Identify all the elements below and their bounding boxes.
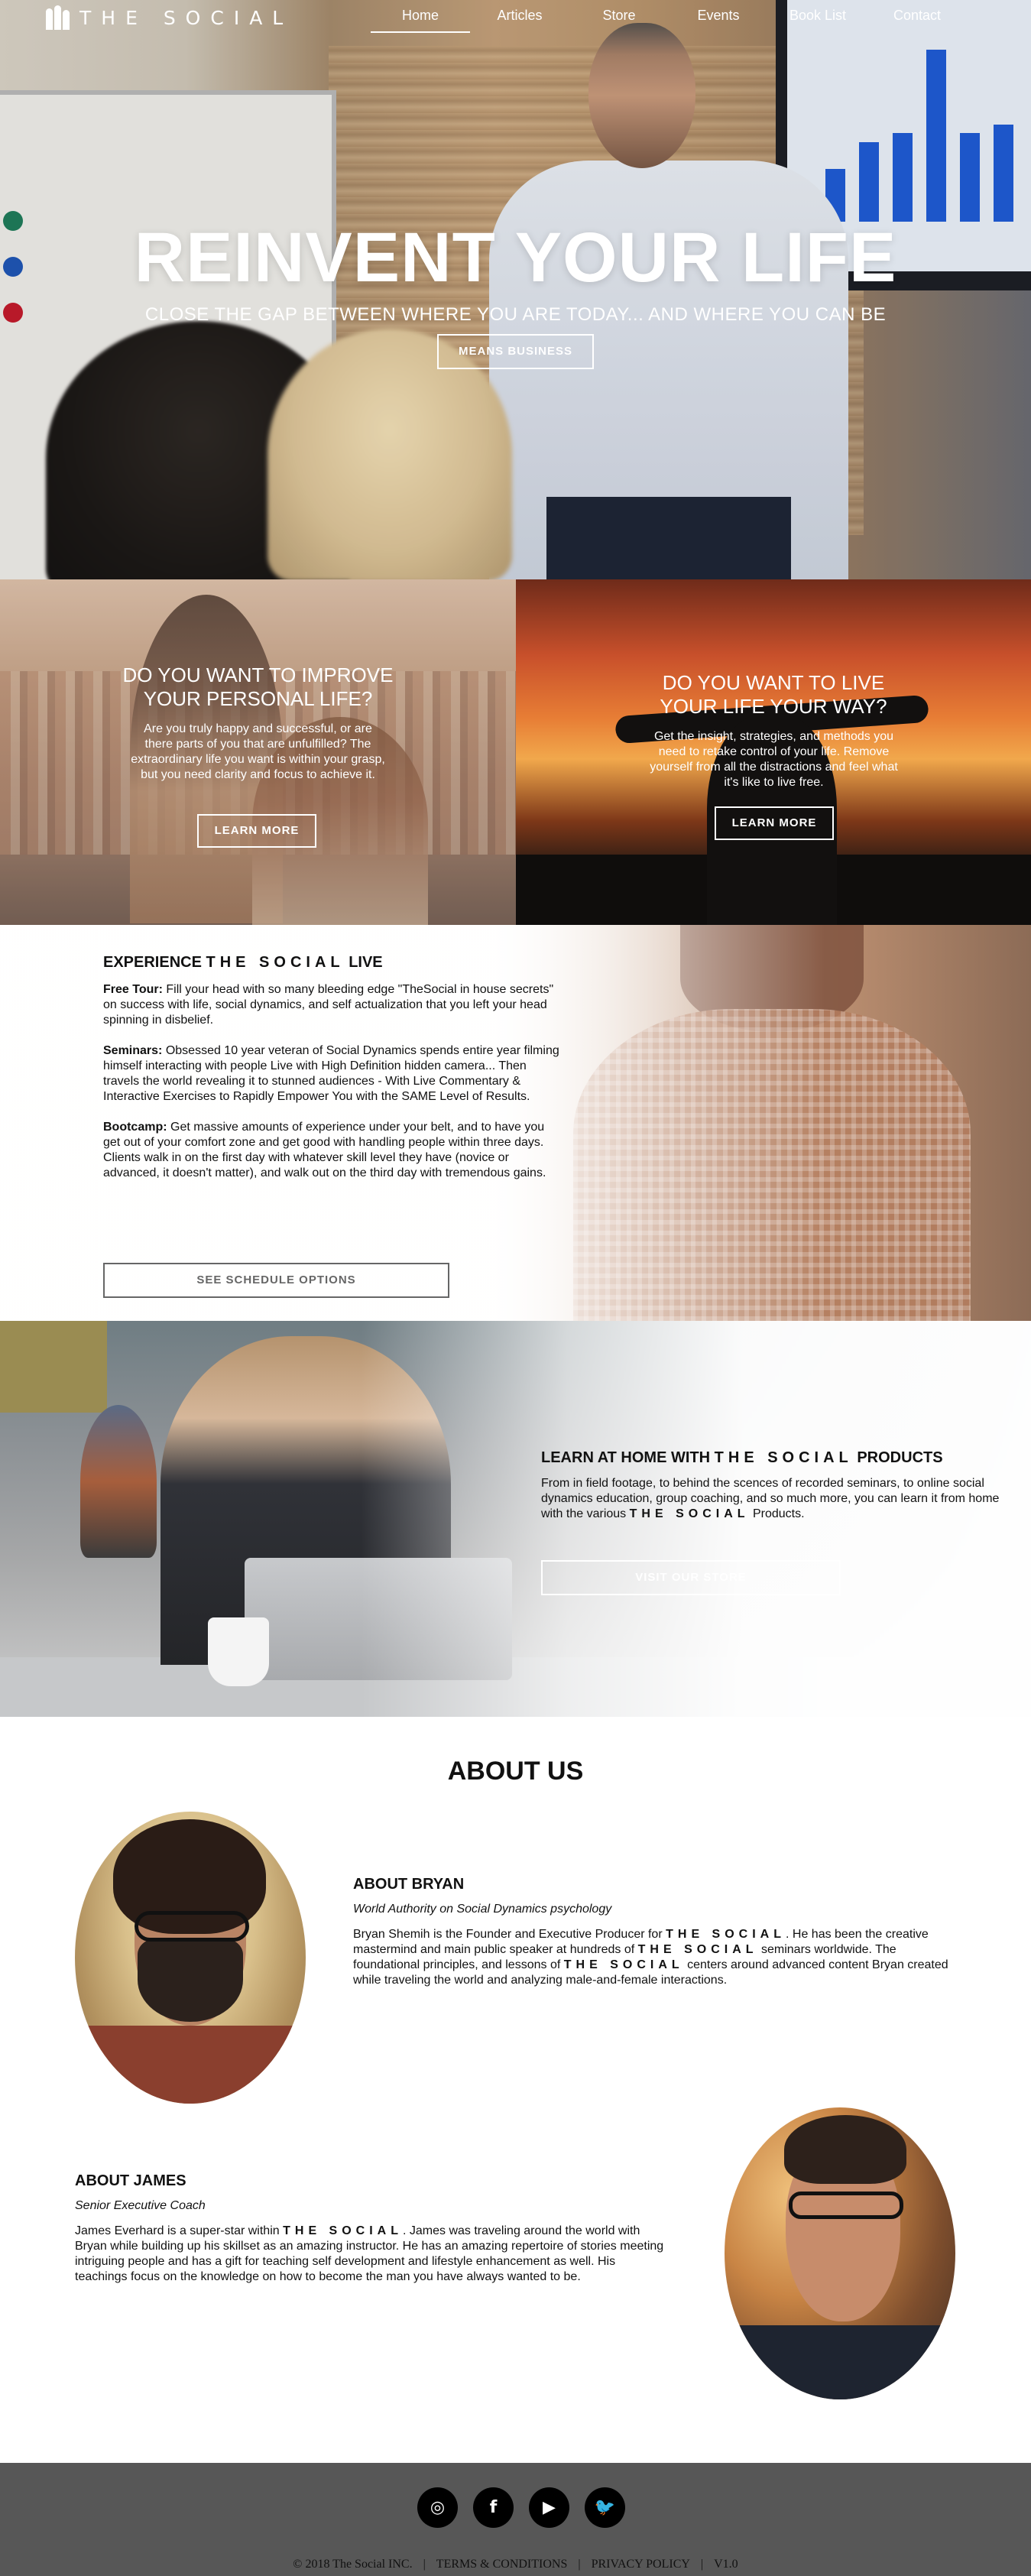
nav-item-home[interactable]: Home <box>371 8 470 33</box>
youtube-icon[interactable]: ▶ <box>529 2487 569 2528</box>
footer-links: © 2018 The Social INC. | TERMS & CONDITI… <box>0 2558 1031 2571</box>
nav-item-articles[interactable]: Articles <box>470 8 569 33</box>
hero-title: REINVENT YOUR LIFE <box>134 219 897 297</box>
experience-heading-prefix: EXPERIENCE <box>103 954 202 971</box>
brand-inline: THE SOCIAL <box>563 1958 684 1971</box>
experience-content: EXPERIENCE THE SOCIAL LIVE Free Tour: Fi… <box>103 954 562 1196</box>
footer-separator: | <box>700 2558 704 2571</box>
version-text: V1.0 <box>714 2558 738 2571</box>
learn-heading: LEARN AT HOME WITH THE SOCIAL PRODUCTS <box>541 1449 1000 1467</box>
learn-more-button-right[interactable]: LEARN MORE <box>715 806 834 840</box>
main-nav: THE SOCIAL Home Articles Store Events Bo… <box>0 0 1031 38</box>
nav-menu: Home Articles Store Events Book List Con… <box>371 8 967 33</box>
free-tour-paragraph: Free Tour: Fill your head with so many b… <box>103 982 562 1028</box>
bryan-glasses <box>135 1911 249 1942</box>
free-tour-label: Free Tour: <box>103 983 163 996</box>
brand-logo[interactable]: THE SOCIAL <box>46 5 293 31</box>
copyright-text: © 2018 The Social INC. <box>293 2558 413 2571</box>
seminars-text: Obsessed 10 year veteran of Social Dynam… <box>103 1044 559 1103</box>
james-hair <box>784 2115 906 2184</box>
nav-item-events[interactable]: Events <box>669 8 768 33</box>
brand-name: THE SOCIAL <box>79 6 293 29</box>
twitter-icon[interactable]: 🐦 <box>585 2487 625 2528</box>
james-bio-a: James Everhard is a super-star within <box>75 2224 280 2237</box>
bryan-bio: Bryan Shemih is the Founder and Executiv… <box>353 1927 965 1988</box>
learn-text-suffix: Products. <box>752 1507 805 1520</box>
hero-subtitle: CLOSE THE GAP BETWEEN WHERE YOU ARE TODA… <box>144 304 887 325</box>
panel-left-title: DO YOU WANT TO IMPROVE YOUR PERSONAL LIF… <box>122 663 394 710</box>
personal-life-panel: DO YOU WANT TO IMPROVE YOUR PERSONAL LIF… <box>0 579 516 925</box>
about-james-heading: ABOUT JAMES <box>75 2172 186 2189</box>
experience-heading: EXPERIENCE THE SOCIAL LIVE <box>103 954 562 972</box>
footer-separator: | <box>423 2558 426 2571</box>
bryan-bio-a: Bryan Shemih is the Founder and Executiv… <box>353 1928 663 1941</box>
brand-inline: THE SOCIAL <box>637 1943 758 1956</box>
means-business-button[interactable]: MEANS BUSINESS <box>437 334 594 369</box>
site-footer: ◎ f ▶ 🐦 © 2018 The Social INC. | TERMS &… <box>0 2463 1031 2576</box>
learn-more-button-left[interactable]: LEARN MORE <box>197 814 316 848</box>
panel-right-text: Get the insight, strategies, and methods… <box>650 730 898 789</box>
privacy-link[interactable]: PRIVACY POLICY <box>592 2558 690 2571</box>
learn-heading-prefix: LEARN AT HOME WITH <box>541 1449 711 1466</box>
about-bryan-block: ABOUT BRYAN World Authority on Social Dy… <box>353 1876 965 1988</box>
bryan-avatar <box>75 1812 306 2104</box>
nav-item-store[interactable]: Store <box>569 8 669 33</box>
bootcamp-label: Bootcamp: <box>103 1121 167 1134</box>
bootcamp-paragraph: Bootcamp: Get massive amounts of experie… <box>103 1120 562 1181</box>
bryan-role: World Authority on Social Dynamics psych… <box>353 1903 612 1916</box>
about-bryan-heading: ABOUT BRYAN <box>353 1876 465 1893</box>
learn-content: LEARN AT HOME WITH THE SOCIAL PRODUCTS F… <box>541 1449 1000 1522</box>
learn-at-home-section: LEARN AT HOME WITH THE SOCIAL PRODUCTS F… <box>0 1321 1031 1717</box>
terms-link[interactable]: TERMS & CONDITIONS <box>436 2558 568 2571</box>
james-jacket <box>725 2325 955 2399</box>
seminars-label: Seminars: <box>103 1044 163 1057</box>
experience-heading-suffix: LIVE <box>349 954 383 971</box>
about-james-block: ABOUT JAMES Senior Executive Coach James… <box>75 2172 671 2285</box>
nav-item-contact[interactable]: Contact <box>867 8 967 33</box>
footer-separator: | <box>578 2558 581 2571</box>
bootcamp-text: Get massive amounts of experience under … <box>103 1121 546 1179</box>
hero-section: THE SOCIAL Home Articles Store Events Bo… <box>0 0 1031 579</box>
james-role: Senior Executive Coach <box>75 2199 206 2212</box>
live-your-way-panel: DO YOU WANT TO LIVE YOUR LIFE YOUR WAY? … <box>516 579 1031 925</box>
see-schedule-options-button[interactable]: SEE SCHEDULE OPTIONS <box>103 1263 449 1298</box>
panel-left-text: Are you truly happy and successful, or a… <box>131 722 385 781</box>
brand-inline: THE SOCIAL <box>714 1449 853 1466</box>
logo-people-icon <box>46 5 70 30</box>
james-avatar <box>725 2107 955 2399</box>
visit-our-store-button[interactable]: VISIT OUR STORE <box>541 1560 841 1595</box>
nav-item-book-list[interactable]: Book List <box>768 8 867 33</box>
brand-inline: THE SOCIAL <box>283 2224 403 2237</box>
brand-inline: THE SOCIAL <box>666 1928 786 1941</box>
learn-heading-suffix: PRODUCTS <box>857 1449 943 1466</box>
experience-section: EXPERIENCE THE SOCIAL LIVE Free Tour: Fi… <box>0 925 1031 1321</box>
bryan-beard <box>138 1938 243 2022</box>
james-bio: James Everhard is a super-star within TH… <box>75 2224 671 2285</box>
brand-inline: THE SOCIAL <box>629 1507 750 1520</box>
brand-inline: THE SOCIAL <box>206 954 345 971</box>
about-us-title: ABOUT US <box>447 1757 584 1786</box>
seminars-paragraph: Seminars: Obsessed 10 year veteran of So… <box>103 1043 562 1105</box>
instagram-icon[interactable]: ◎ <box>417 2487 458 2528</box>
james-glasses <box>789 2192 903 2219</box>
bryan-shirt <box>75 2026 306 2104</box>
social-links: ◎ f ▶ 🐦 <box>417 2487 625 2528</box>
free-tour-text: Fill your head with so many bleeding edg… <box>103 983 554 1027</box>
facebook-icon[interactable]: f <box>473 2487 514 2528</box>
learn-text: From in field footage, to behind the sce… <box>541 1476 1000 1522</box>
panel-right-title: DO YOU WANT TO LIVE YOUR LIFE YOUR WAY? <box>660 671 887 718</box>
